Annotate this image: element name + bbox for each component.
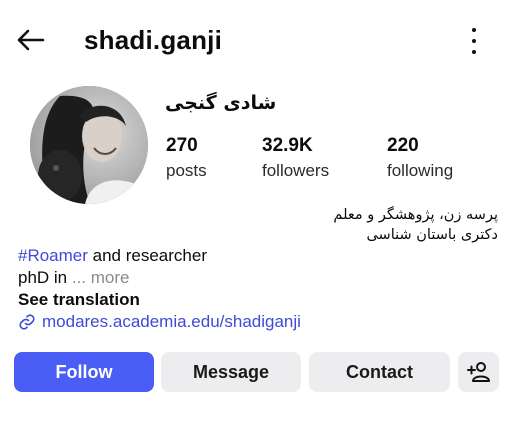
bio-line-4-text: phD in	[18, 268, 68, 287]
avatar[interactable]	[30, 86, 148, 204]
username-title: shadi.ganji	[84, 25, 223, 55]
see-translation-link[interactable]: See translation	[18, 289, 498, 311]
more-vertical-icon	[472, 39, 476, 43]
posts-stat[interactable]: 270 posts	[166, 134, 207, 184]
message-button[interactable]: Message	[161, 352, 301, 392]
bio-line-4: phD in ... more	[18, 267, 498, 289]
contact-button[interactable]: Contact	[309, 352, 450, 392]
following-count: 220	[387, 135, 419, 156]
follow-button[interactable]: Follow	[14, 352, 154, 392]
more-vertical-icon	[472, 28, 476, 32]
bio-line-3-text: and researcher	[87, 246, 207, 265]
more-options-button[interactable]	[460, 24, 488, 58]
followers-count: 32.9K	[262, 135, 313, 156]
hashtag-link[interactable]: #Roamer	[18, 246, 88, 265]
more-link[interactable]: ... more	[67, 268, 130, 287]
followers-label: followers	[262, 161, 330, 180]
bio-line-1: پرسه زن، پژوهشگر و معلم	[333, 207, 498, 223]
link-icon	[19, 314, 35, 330]
followers-stat[interactable]: 32.9K followers	[262, 134, 329, 184]
external-link[interactable]: modares.academia.edu/shadiganji	[18, 311, 498, 333]
posts-label: posts	[166, 161, 207, 180]
more-vertical-icon	[472, 50, 476, 54]
external-link-text: modares.academia.edu/shadiganji	[42, 312, 301, 331]
arrow-left-icon	[17, 29, 45, 51]
posts-count: 270	[166, 135, 198, 156]
bio-line-3: #Roamer and researcher	[18, 245, 498, 267]
add-user-button[interactable]	[458, 352, 499, 392]
following-stat[interactable]: 220 following	[387, 134, 453, 184]
top-bar: shadi.ganji	[0, 0, 517, 80]
bio-line-2: دکتری باستان شناسی	[366, 227, 498, 243]
display-name: شادی گنجی	[165, 92, 277, 114]
back-button[interactable]	[12, 22, 48, 58]
following-label: following	[387, 161, 454, 180]
bio: پرسه زن، پژوهشگر و معلم دکتری باستان شنا…	[18, 205, 498, 333]
add-user-icon	[466, 362, 490, 382]
